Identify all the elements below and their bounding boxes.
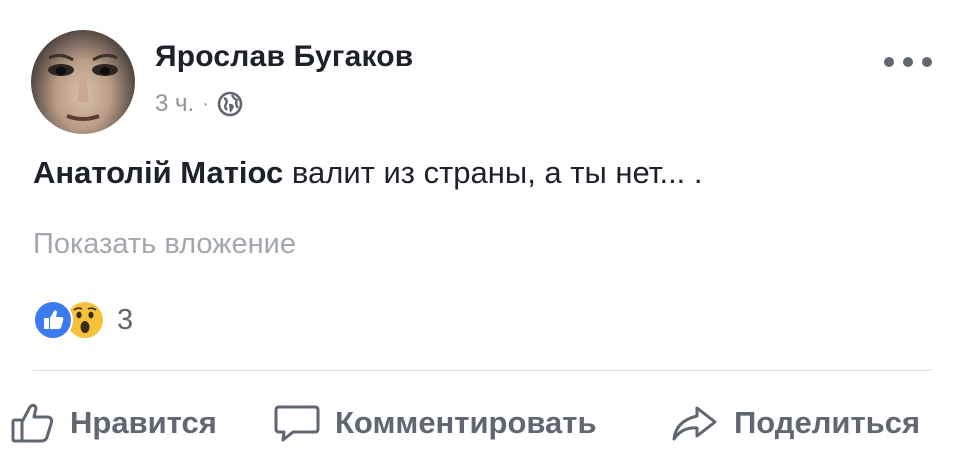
meta-separator: · [202, 92, 209, 115]
share-label: Поделиться [734, 405, 921, 440]
more-dot [903, 57, 913, 67]
avatar-face [48, 53, 118, 121]
show-attachment-link[interactable]: Показать вложение [33, 228, 296, 261]
like-reaction-icon [33, 300, 73, 340]
reaction-count: 3 [117, 303, 134, 336]
comment-button[interactable]: Комментировать [273, 398, 597, 448]
thumbs-up-icon [11, 403, 54, 443]
more-options-icon[interactable] [884, 52, 932, 72]
like-label: Нравится [70, 405, 217, 440]
share-arrow-icon [672, 406, 717, 441]
more-dot [884, 57, 894, 67]
like-button[interactable]: Нравится [10, 398, 217, 448]
author-avatar[interactable] [31, 30, 135, 134]
comment-label: Комментировать [335, 405, 597, 440]
post-meta: 3 ч. · [155, 86, 243, 122]
globe-icon[interactable] [217, 91, 243, 117]
post-time[interactable]: 3 ч. [155, 90, 194, 118]
share-button[interactable]: Поделиться [670, 398, 920, 448]
post-body: валит из страны, а ты нет... . [283, 155, 703, 190]
more-dot [922, 57, 932, 67]
reactions-summary[interactable]: 3 [33, 298, 133, 342]
mention-link[interactable]: Анатолій Матіос [33, 155, 283, 190]
divider [33, 370, 931, 371]
author-name[interactable]: Ярослав Бугаков [155, 40, 413, 74]
post-text: Анатолій Матіос валит из страны, а ты не… [33, 155, 703, 191]
comment-bubble-icon [274, 405, 320, 442]
